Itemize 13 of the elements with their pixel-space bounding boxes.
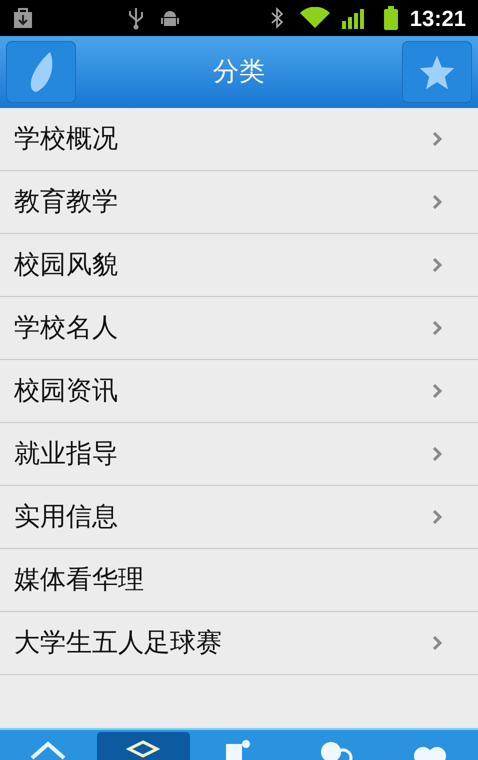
download-icon [12,7,34,29]
bluetooth-icon [270,7,284,29]
favorite-button[interactable] [402,41,472,103]
tab-button[interactable] [96,732,190,760]
star-icon [418,54,456,90]
clock: 13:21 [410,4,466,32]
page-title: 分类 [213,56,265,88]
usb-icon [128,6,144,30]
layers-icon [125,738,162,760]
wifi-icon [300,7,330,29]
android-icon [160,8,180,28]
battery-icon [384,6,398,30]
logo-button[interactable] [6,41,76,103]
